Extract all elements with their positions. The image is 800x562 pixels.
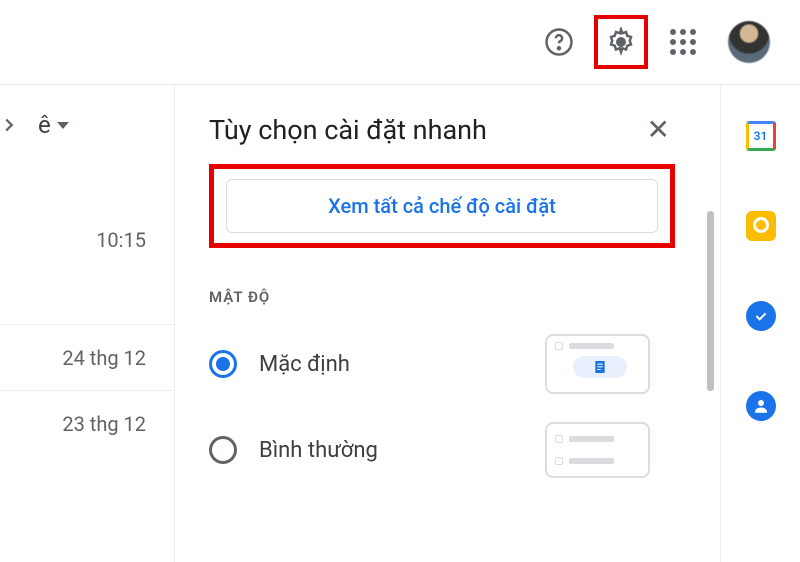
mail-time: 10:15 bbox=[96, 228, 146, 252]
help-icon[interactable] bbox=[542, 25, 576, 59]
panel-title: Tùy chọn cài đặt nhanh bbox=[209, 114, 487, 146]
apps-grid-icon[interactable] bbox=[666, 25, 700, 59]
density-preview-default bbox=[545, 334, 650, 394]
see-all-settings-button[interactable]: Xem tất cả chế độ cài đặt bbox=[226, 179, 658, 233]
input-tool-label: ê bbox=[38, 111, 51, 139]
side-apps-bar: 31 bbox=[720, 85, 800, 562]
quick-settings-panel: Tùy chọn cài đặt nhanh ✕ Xem tất cả chế … bbox=[175, 85, 720, 562]
density-label: Mặc định bbox=[259, 352, 350, 377]
scrollbar[interactable] bbox=[707, 211, 714, 391]
mail-time: 24 thg 12 bbox=[62, 346, 146, 370]
avatar[interactable] bbox=[728, 21, 770, 63]
mail-row[interactable]: 24 thg 12 bbox=[0, 325, 174, 391]
input-tool-selector[interactable]: ê bbox=[38, 111, 69, 139]
close-icon[interactable]: ✕ bbox=[647, 113, 700, 146]
mail-row[interactable]: 10:15 bbox=[0, 155, 174, 325]
caret-down-icon bbox=[57, 122, 69, 129]
density-section-label: MẬT ĐỘ bbox=[209, 288, 700, 306]
density-label: Bình thường bbox=[259, 438, 378, 463]
mail-list-column: ê 10:15 24 thg 12 23 thg 12 bbox=[0, 85, 175, 562]
keep-app-icon[interactable] bbox=[745, 210, 777, 242]
contacts-app-icon[interactable] bbox=[745, 390, 777, 422]
app-header bbox=[0, 0, 800, 85]
highlight-box: Xem tất cả chế độ cài đặt bbox=[209, 164, 675, 248]
radio-checked-icon[interactable] bbox=[209, 350, 237, 378]
calendar-app-icon[interactable]: 31 bbox=[745, 120, 777, 152]
density-option-comfortable[interactable]: Bình thường bbox=[209, 422, 700, 478]
density-preview-comfortable bbox=[545, 422, 650, 478]
gear-icon[interactable] bbox=[594, 15, 648, 69]
mail-row[interactable]: 23 thg 12 bbox=[0, 391, 174, 457]
document-icon bbox=[592, 359, 608, 375]
density-option-default[interactable]: Mặc định bbox=[209, 334, 700, 394]
tasks-app-icon[interactable] bbox=[745, 300, 777, 332]
radio-unchecked-icon[interactable] bbox=[209, 436, 237, 464]
mail-time: 23 thg 12 bbox=[62, 412, 146, 436]
chevron-right-icon[interactable] bbox=[0, 114, 20, 136]
